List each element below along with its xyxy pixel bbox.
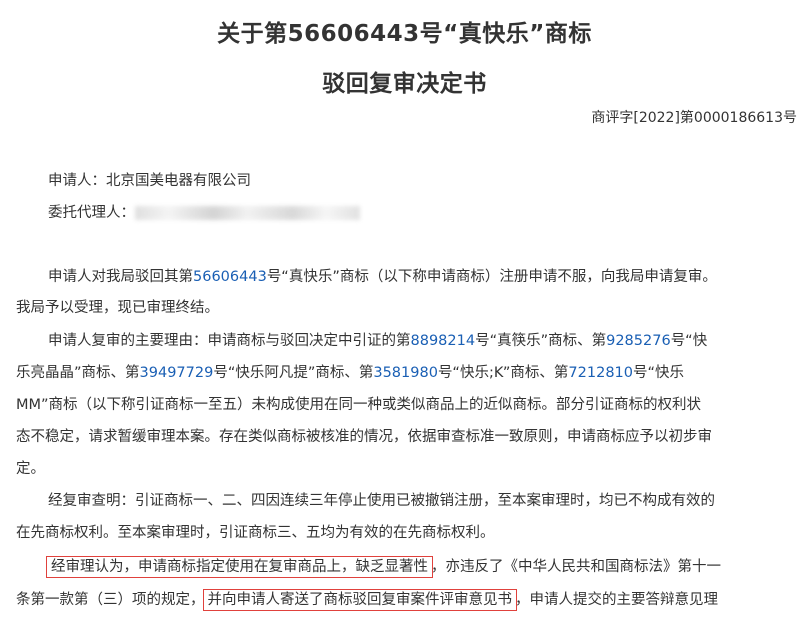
- text: 号“真快乐”商标（以下称申请商标）注册申请不服，向我局申请复审。: [266, 269, 717, 285]
- paragraph3-line2: 在先商标权利。至本案审理时，引证商标三、五均为有效的在先商标权利。: [16, 525, 495, 541]
- paragraph1-line2: 我局予以受理，现已审理终结。: [16, 300, 219, 316]
- text: 号“快: [670, 333, 708, 349]
- text: 条第一款第（三）项的规定，: [16, 592, 205, 608]
- paragraph3-line1: 经复审查明：引证商标一、二、四因连续三年停止使用已被撤销注册，至本案审理时，均已…: [48, 493, 715, 509]
- text: 乐亮晶晶”商标、第: [16, 365, 140, 381]
- applicant-label: 申请人：: [48, 173, 106, 189]
- text: ，申请人提交的主要答辩意见理: [515, 592, 718, 608]
- cited-mark-2-link[interactable]: 9285276: [606, 333, 671, 349]
- agent-label: 委托代理人：: [48, 205, 135, 221]
- paragraph2-line3: MM”商标（以下称引证商标一至五）未构成使用在同一种或类似商品上的近似商标。部分…: [16, 397, 702, 413]
- text: 申请人对我局驳回其第: [48, 269, 193, 285]
- paragraph2-line2: 乐亮晶晶”商标、第39497729号“快乐阿凡提”商标、第3581980号“快乐…: [16, 363, 796, 383]
- text: 号“快乐;K”商标、第: [437, 365, 569, 381]
- text: 号“真筷乐”商标、第: [475, 333, 607, 349]
- mark-number-link[interactable]: 56606443: [193, 269, 267, 285]
- redacted-agent-name: [135, 206, 360, 220]
- agent-line: 委托代理人：: [16, 203, 809, 223]
- paragraph4-line1: 经审理认为，申请商标指定使用在复审商品上，缺乏显著性 ，亦违反了《中华人民共和国商…: [16, 556, 809, 578]
- document-title-line1: 关于第56606443号“真快乐”商标: [217, 21, 592, 47]
- cited-mark-5-link[interactable]: 7212810: [568, 365, 633, 381]
- paragraph2-line4: 态不稳定，请求暂缓审理本案。存在类似商标被核准的情况，依据审查标准一致原则，申请…: [16, 429, 712, 445]
- highlighted-conclusion: 经审理认为，申请商标指定使用在复审商品上，缺乏显著性: [46, 556, 433, 578]
- text: 申请人复审的主要理由：申请商标与驳回决定中引证的第: [48, 333, 411, 349]
- applicant-name: 北京国美电器有限公司: [106, 173, 251, 189]
- document-title-line2: 驳回复审决定书: [322, 71, 487, 97]
- highlighted-notice: 并向申请人寄送了商标驳回复审案件评审意见书: [202, 589, 517, 611]
- paragraph1-line1: 申请人对我局驳回其第56606443号“真快乐”商标（以下称申请商标）注册申请不…: [16, 267, 809, 287]
- cited-mark-3-link[interactable]: 39497729: [140, 365, 214, 381]
- text: ，亦违反了《中华人民共和国商标法》第十一: [431, 559, 721, 575]
- paragraph2-line1: 申请人复审的主要理由：申请商标与驳回决定中引证的第8898214号“真筷乐”商标…: [16, 331, 809, 351]
- text: 号“快乐: [633, 365, 685, 381]
- cited-mark-4-link[interactable]: 3581980: [373, 365, 438, 381]
- text: 号“快乐阿凡提”商标、第: [213, 365, 374, 381]
- paragraph2-line5: 定。: [16, 461, 45, 477]
- reference-number: 商评字[2022]第0000186613号: [591, 110, 797, 126]
- paragraph4-line2: 条第一款第（三）项的规定， 并向申请人寄送了商标驳回复审案件评审意见书 ，申请人提交…: [16, 589, 796, 611]
- cited-mark-1-link[interactable]: 8898214: [411, 333, 476, 349]
- applicant-line: 申请人：北京国美电器有限公司: [16, 171, 809, 191]
